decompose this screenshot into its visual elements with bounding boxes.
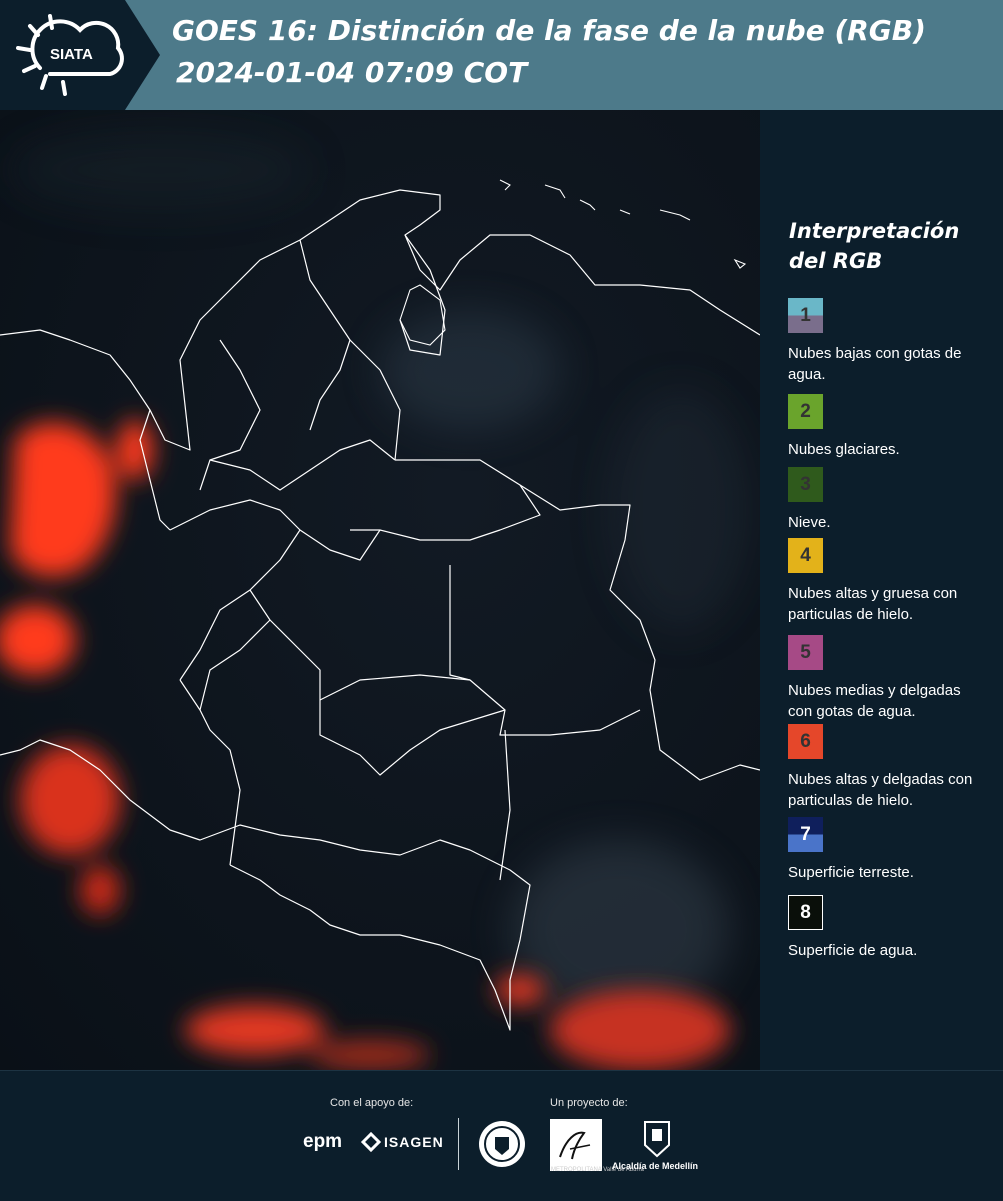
medellin-text: Alcaldía de Medellín <box>612 1161 699 1171</box>
legend-label-7: Superficie terreste. <box>788 864 914 881</box>
legend-label-5: Nubes medias y delgadas con gotas de agu… <box>788 682 961 720</box>
seal-icon <box>479 1121 525 1167</box>
footer-divider <box>458 1118 459 1170</box>
legend-label-3: Nieve. <box>788 514 831 531</box>
legend-title: Interpretación del RGB <box>789 219 960 273</box>
legend-swatch-3: 3 <box>788 467 823 502</box>
legend-panel: Interpretación del RGB 1 Nubes bajas con… <box>776 110 1003 1070</box>
logo-text: SIATA <box>50 46 93 63</box>
header: SIATA GOES 16: Distinción de la fase de … <box>0 0 1003 110</box>
legend-number-4: 4 <box>800 544 811 566</box>
legend-label-2: Nubes glaciares. <box>788 441 900 458</box>
legend-number-2: 2 <box>800 400 811 422</box>
satellite-map <box>0 110 760 1070</box>
legend-label-6: Nubes altas y delgadas con particulas de… <box>788 771 973 809</box>
legend-swatch-1: 1 <box>788 298 823 333</box>
area-metropolitana-logo <box>550 1119 602 1171</box>
legend-number-6: 6 <box>800 730 811 752</box>
low-cloud-haze <box>10 130 750 1020</box>
page-title: GOES 16: Distinción de la fase de la nub… <box>172 14 926 47</box>
legend-label-4: Nubes altas y gruesa con particulas de h… <box>788 585 958 623</box>
legend-number-5: 5 <box>800 641 811 663</box>
epm-logo: epm <box>303 1131 343 1152</box>
map-image <box>0 130 760 1070</box>
medellin-shield-icon <box>644 1121 670 1158</box>
legend-swatch-5: 5 <box>788 635 823 670</box>
legend-label-1: Nubes bajas con gotas de agua. <box>788 345 962 383</box>
legend-number-1: 1 <box>800 304 811 326</box>
page-timestamp: 2024-01-04 07:09 COT <box>176 56 528 89</box>
isagen-logo: ISAGEN <box>384 1134 444 1150</box>
legend-swatch-4: 4 <box>788 538 823 573</box>
footer: Con el apoyo de: Un proyecto de: epm ISA… <box>0 1070 1003 1201</box>
legend-swatch-2: 2 <box>788 394 823 429</box>
legend-number-3: 3 <box>800 473 811 495</box>
legend-label-8: Superficie de agua. <box>788 942 918 959</box>
legend-number-8: 8 <box>800 901 811 923</box>
legend-swatch-8: 8 <box>788 895 823 930</box>
legend-swatch-7: 7 <box>788 817 823 852</box>
legend-swatch-6: 6 <box>788 724 823 759</box>
legend-number-7: 7 <box>800 823 811 845</box>
isagen-mark-icon <box>360 1131 382 1153</box>
support-caption: Con el apoyo de: <box>330 1097 414 1109</box>
caribbean-islands <box>499 179 747 269</box>
project-caption: Un proyecto de: <box>550 1097 628 1109</box>
